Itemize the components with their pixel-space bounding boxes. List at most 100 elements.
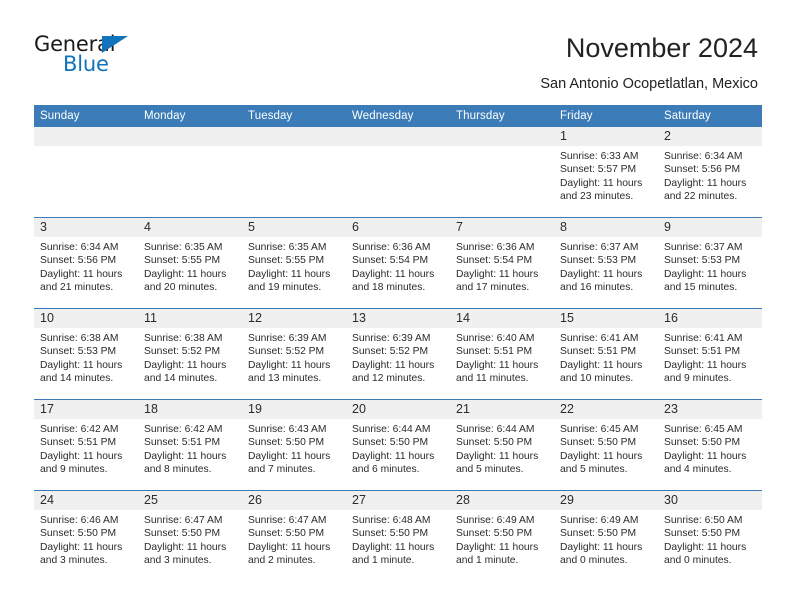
sunset-time: Sunset: 5:56 PM bbox=[664, 164, 741, 176]
calendar-week-row: 3 Sunrise: 6:34 AM Sunset: 5:56 PM Daylight… bbox=[34, 217, 762, 309]
calendar-cell-empty bbox=[138, 127, 242, 218]
sunrise-time: Sunrise: 6:42 AM bbox=[144, 424, 223, 435]
calendar-grid: Sunday Monday Tuesday Wednesday Thursday Frid… bbox=[34, 105, 762, 581]
sunrise-time: Sunrise: 6:34 AM bbox=[664, 151, 743, 162]
calendar-day-cell[interactable]: 24 Sunrise: 6:46 AM Sunset: 5:50 PM Dayligh… bbox=[34, 490, 138, 581]
calendar-day-cell[interactable]: 25 Sunrise: 6:47 AM Sunset: 5:50 PM Dayligh… bbox=[138, 490, 242, 581]
day-cell-content: 12 Sunrise: 6:39 AM Sunset: 5:52 PM Dayligh… bbox=[242, 309, 346, 399]
day-cell-content: 5 Sunrise: 6:35 AM Sunset: 5:55 PM Daylight… bbox=[242, 218, 346, 308]
sunset-time: Sunset: 5:53 PM bbox=[40, 346, 117, 358]
day-sun-info: Sunrise: 6:47 AM Sunset: 5:50 PM Daylight:… bbox=[242, 510, 346, 568]
sunrise-time: Sunrise: 6:46 AM bbox=[40, 515, 119, 526]
sunrise-time: Sunrise: 6:38 AM bbox=[144, 333, 223, 344]
calendar-day-cell[interactable]: 28 Sunrise: 6:49 AM Sunset: 5:50 PM Dayligh… bbox=[450, 490, 554, 581]
sunset-time: Sunset: 5:50 PM bbox=[456, 437, 533, 449]
calendar-day-cell[interactable]: 8 Sunrise: 6:37 AM Sunset: 5:53 PM Daylight… bbox=[554, 217, 658, 309]
calendar-day-cell[interactable]: 22 Sunrise: 6:45 AM Sunset: 5:50 PM Dayligh… bbox=[554, 399, 658, 491]
calendar-day-cell[interactable]: 1 Sunrise: 6:33 AM Sunset: 5:57 PM Daylight… bbox=[554, 127, 658, 218]
sunrise-time: Sunrise: 6:37 AM bbox=[560, 242, 639, 253]
day-cell-content: 21 Sunrise: 6:44 AM Sunset: 5:50 PM Dayligh… bbox=[450, 400, 554, 490]
daylight-duration-line1: Daylight: 11 hours bbox=[456, 450, 539, 462]
daylight-duration-line1: Daylight: 11 hours bbox=[456, 268, 539, 280]
daylight-duration-line2: and 4 minutes. bbox=[664, 464, 732, 476]
day-cell-content bbox=[34, 127, 138, 217]
daylight-duration-line1: Daylight: 11 hours bbox=[248, 359, 331, 371]
day-cell-content: 15 Sunrise: 6:41 AM Sunset: 5:51 PM Dayligh… bbox=[554, 309, 658, 399]
calendar-day-cell[interactable]: 17 Sunrise: 6:42 AM Sunset: 5:51 PM Dayligh… bbox=[34, 399, 138, 491]
day-cell-content: 14 Sunrise: 6:40 AM Sunset: 5:51 PM Dayligh… bbox=[450, 309, 554, 399]
calendar-day-cell[interactable]: 18 Sunrise: 6:42 AM Sunset: 5:51 PM Dayligh… bbox=[138, 399, 242, 491]
calendar-day-cell[interactable]: 4 Sunrise: 6:35 AM Sunset: 5:55 PM Daylight… bbox=[138, 217, 242, 309]
sunset-time: Sunset: 5:56 PM bbox=[40, 255, 117, 267]
sunrise-time: Sunrise: 6:34 AM bbox=[40, 242, 119, 253]
sunset-time: Sunset: 5:50 PM bbox=[560, 528, 637, 540]
sunrise-time: Sunrise: 6:37 AM bbox=[664, 242, 743, 253]
calendar-day-cell[interactable]: 21 Sunrise: 6:44 AM Sunset: 5:50 PM Dayligh… bbox=[450, 399, 554, 491]
sunset-time: Sunset: 5:50 PM bbox=[560, 437, 637, 449]
daylight-duration-line2: and 1 minute. bbox=[352, 555, 415, 567]
sunset-time: Sunset: 5:50 PM bbox=[248, 528, 325, 540]
calendar-day-cell[interactable]: 29 Sunrise: 6:49 AM Sunset: 5:50 PM Dayligh… bbox=[554, 490, 658, 581]
day-number: 12 bbox=[242, 309, 346, 328]
calendar-day-cell[interactable]: 13 Sunrise: 6:39 AM Sunset: 5:52 PM Dayligh… bbox=[346, 308, 450, 400]
calendar-day-cell[interactable]: 26 Sunrise: 6:47 AM Sunset: 5:50 PM Dayligh… bbox=[242, 490, 346, 581]
logo-text-blue: Blue bbox=[63, 52, 109, 76]
sunset-time: Sunset: 5:54 PM bbox=[352, 255, 429, 267]
calendar-week-row: 24 Sunrise: 6:46 AM Sunset: 5:50 PM Dayligh… bbox=[34, 490, 762, 581]
calendar-day-cell[interactable]: 6 Sunrise: 6:36 AM Sunset: 5:54 PM Daylight… bbox=[346, 217, 450, 309]
page-header: General Blue November 2024 San Antonio O… bbox=[0, 0, 792, 100]
day-number bbox=[242, 127, 346, 146]
day-number: 5 bbox=[242, 218, 346, 237]
day-cell-content: 8 Sunrise: 6:37 AM Sunset: 5:53 PM Daylight… bbox=[554, 218, 658, 308]
sunrise-time: Sunrise: 6:36 AM bbox=[352, 242, 431, 253]
day-number: 6 bbox=[346, 218, 450, 237]
day-cell-content: 19 Sunrise: 6:43 AM Sunset: 5:50 PM Dayligh… bbox=[242, 400, 346, 490]
daylight-duration-line2: and 0 minutes. bbox=[560, 555, 628, 567]
daylight-duration-line2: and 20 minutes. bbox=[144, 282, 218, 294]
calendar-day-cell[interactable]: 23 Sunrise: 6:45 AM Sunset: 5:50 PM Dayligh… bbox=[658, 399, 762, 491]
calendar-cell-empty bbox=[450, 127, 554, 218]
day-cell-content: 1 Sunrise: 6:33 AM Sunset: 5:57 PM Daylight… bbox=[554, 127, 658, 217]
day-cell-content: 17 Sunrise: 6:42 AM Sunset: 5:51 PM Dayligh… bbox=[34, 400, 138, 490]
sunset-time: Sunset: 5:52 PM bbox=[248, 346, 325, 358]
daylight-duration-line1: Daylight: 11 hours bbox=[40, 541, 123, 553]
calendar-day-cell[interactable]: 19 Sunrise: 6:43 AM Sunset: 5:50 PM Dayligh… bbox=[242, 399, 346, 491]
calendar-day-cell[interactable]: 27 Sunrise: 6:48 AM Sunset: 5:50 PM Dayligh… bbox=[346, 490, 450, 581]
daylight-duration-line2: and 3 minutes. bbox=[40, 555, 108, 567]
calendar-day-cell[interactable]: 16 Sunrise: 6:41 AM Sunset: 5:51 PM Dayligh… bbox=[658, 308, 762, 400]
calendar-day-cell[interactable]: 10 Sunrise: 6:38 AM Sunset: 5:53 PM Dayligh… bbox=[34, 308, 138, 400]
sunset-time: Sunset: 5:53 PM bbox=[560, 255, 637, 267]
sunset-time: Sunset: 5:51 PM bbox=[664, 346, 741, 358]
day-sun-info: Sunrise: 6:48 AM Sunset: 5:50 PM Daylight:… bbox=[346, 510, 450, 568]
calendar-day-cell[interactable]: 30 Sunrise: 6:50 AM Sunset: 5:50 PM Dayligh… bbox=[658, 490, 762, 581]
day-cell-content: 18 Sunrise: 6:42 AM Sunset: 5:51 PM Dayligh… bbox=[138, 400, 242, 490]
daylight-duration-line1: Daylight: 11 hours bbox=[352, 450, 435, 462]
calendar-day-cell[interactable]: 2 Sunrise: 6:34 AM Sunset: 5:56 PM Daylight… bbox=[658, 127, 762, 218]
day-cell-content bbox=[242, 127, 346, 217]
calendar-day-cell[interactable]: 11 Sunrise: 6:38 AM Sunset: 5:52 PM Dayligh… bbox=[138, 308, 242, 400]
calendar-day-cell[interactable]: 7 Sunrise: 6:36 AM Sunset: 5:54 PM Daylight… bbox=[450, 217, 554, 309]
calendar-day-cell[interactable]: 5 Sunrise: 6:35 AM Sunset: 5:55 PM Daylight… bbox=[242, 217, 346, 309]
daylight-duration-line2: and 14 minutes. bbox=[144, 373, 218, 385]
calendar-day-cell[interactable]: 15 Sunrise: 6:41 AM Sunset: 5:51 PM Dayligh… bbox=[554, 308, 658, 400]
day-number: 20 bbox=[346, 400, 450, 419]
daylight-duration-line2: and 3 minutes. bbox=[144, 555, 212, 567]
calendar-day-cell[interactable]: 14 Sunrise: 6:40 AM Sunset: 5:51 PM Dayligh… bbox=[450, 308, 554, 400]
calendar-week-row: 1 Sunrise: 6:33 AM Sunset: 5:57 PM Daylight… bbox=[34, 127, 762, 218]
sunset-time: Sunset: 5:50 PM bbox=[144, 528, 221, 540]
calendar-day-cell[interactable]: 12 Sunrise: 6:39 AM Sunset: 5:52 PM Dayligh… bbox=[242, 308, 346, 400]
calendar-day-cell[interactable]: 20 Sunrise: 6:44 AM Sunset: 5:50 PM Dayligh… bbox=[346, 399, 450, 491]
day-sun-info: Sunrise: 6:41 AM Sunset: 5:51 PM Daylight:… bbox=[554, 328, 658, 386]
sunrise-time: Sunrise: 6:45 AM bbox=[560, 424, 639, 435]
day-cell-content: 28 Sunrise: 6:49 AM Sunset: 5:50 PM Dayligh… bbox=[450, 491, 554, 581]
calendar-day-cell[interactable]: 9 Sunrise: 6:37 AM Sunset: 5:53 PM Daylight… bbox=[658, 217, 762, 309]
sunset-time: Sunset: 5:57 PM bbox=[560, 164, 637, 176]
day-sun-info: Sunrise: 6:39 AM Sunset: 5:52 PM Daylight:… bbox=[242, 328, 346, 386]
daylight-duration-line1: Daylight: 11 hours bbox=[248, 450, 331, 462]
calendar-table: Sunday Monday Tuesday Wednesday Thursday Frid… bbox=[34, 105, 762, 581]
day-number: 2 bbox=[658, 127, 762, 146]
day-sun-info: Sunrise: 6:43 AM Sunset: 5:50 PM Daylight:… bbox=[242, 419, 346, 477]
day-sun-info: Sunrise: 6:46 AM Sunset: 5:50 PM Daylight:… bbox=[34, 510, 138, 568]
generalblue-logo[interactable]: General Blue bbox=[34, 32, 184, 88]
calendar-day-cell[interactable]: 3 Sunrise: 6:34 AM Sunset: 5:56 PM Daylight… bbox=[34, 217, 138, 309]
